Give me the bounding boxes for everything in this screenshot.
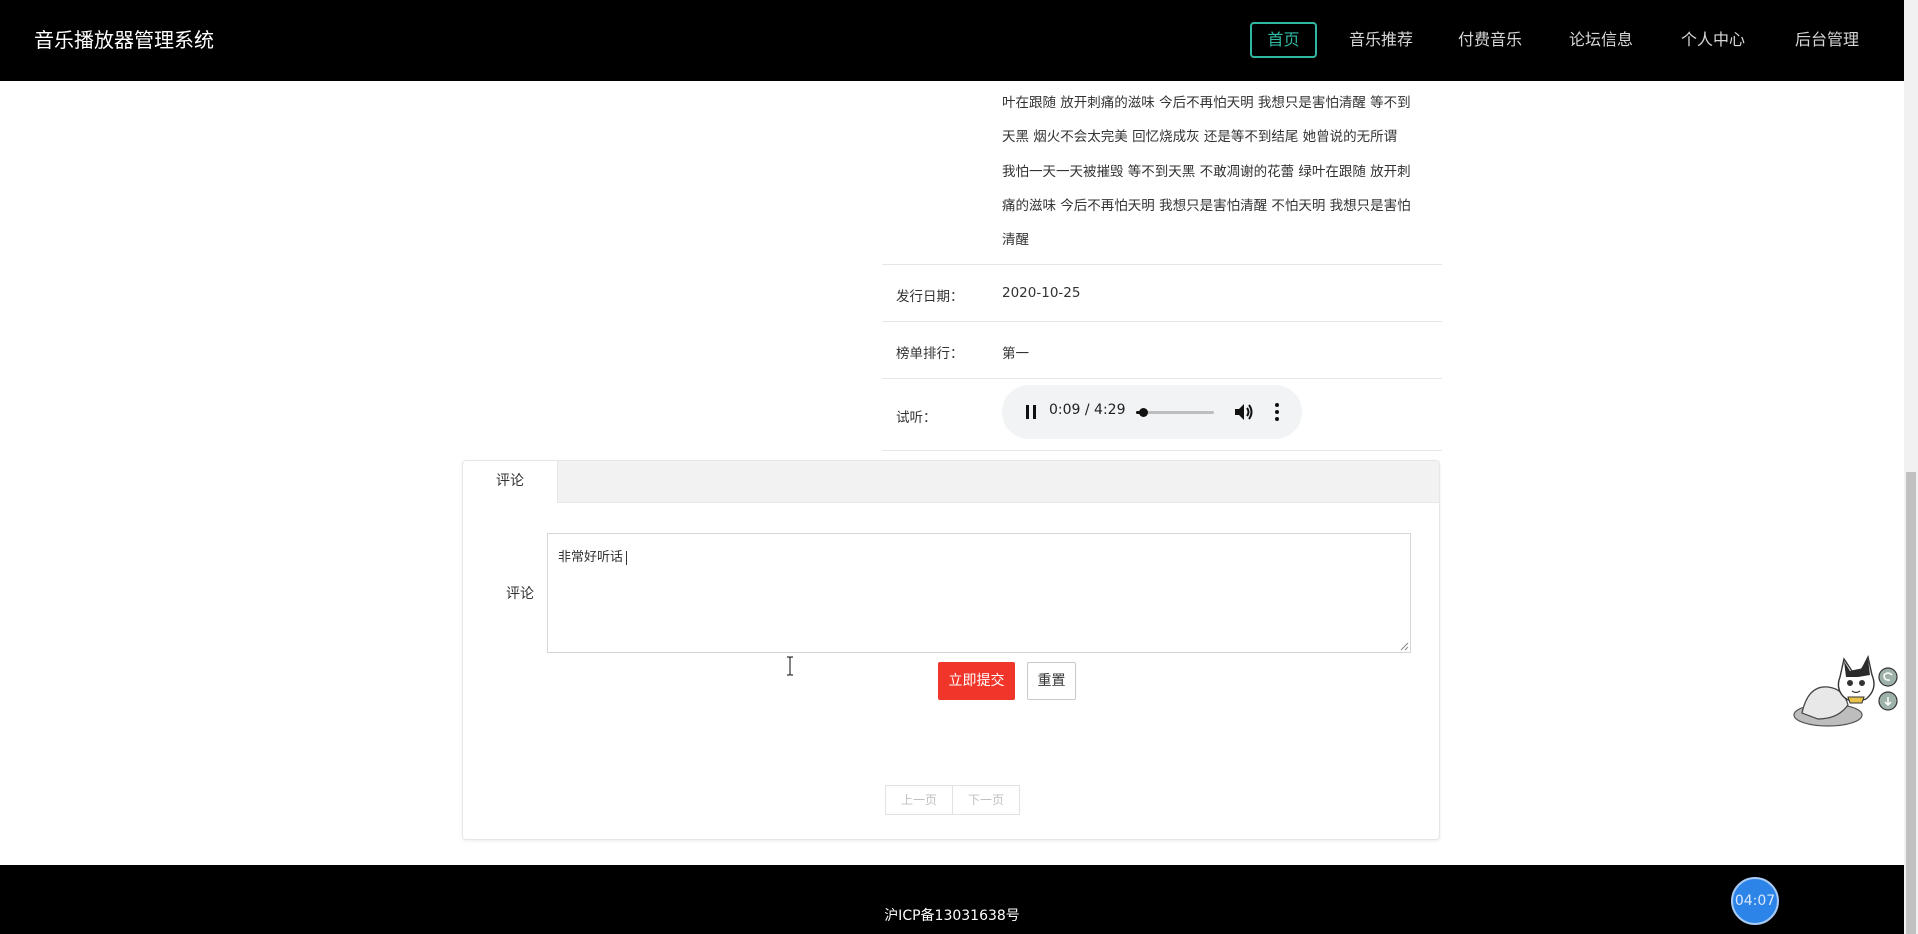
nav-personal-center[interactable]: 个人中心 xyxy=(1674,22,1752,58)
lyrics-line: 我怕一天一天被摧毁 等不到天黑 不敢凋谢的花蕾 绿叶在跟随 放开刺 xyxy=(1002,163,1411,180)
scrollbar-thumb[interactable] xyxy=(1906,472,1916,934)
preview-label: 试听： xyxy=(896,410,937,426)
audio-player: 0:09 / 4:29 xyxy=(1002,385,1302,439)
resize-handle-icon[interactable] xyxy=(1399,641,1409,651)
site-footer: 沪ICP备13031638号 xyxy=(0,865,1904,934)
lyrics-line: 天黑 烟火不会太完美 回忆烧成灰 还是等不到结尾 她曾说的无所谓 xyxy=(1002,129,1398,146)
next-page-button[interactable]: 下一页 xyxy=(952,786,1019,814)
lyrics-text: 叶在跟随 放开刺痛的滋味 今后不再怕天明 我想只是害怕清醒 等不到 天黑 烟火不… xyxy=(1002,86,1438,257)
cat-mascot-icon[interactable] xyxy=(1788,655,1904,727)
submit-button[interactable]: 立即提交 xyxy=(938,662,1015,700)
pause-icon[interactable] xyxy=(1026,405,1036,419)
tab-comments[interactable]: 评论 xyxy=(463,461,558,503)
comment-field-label: 评论 xyxy=(506,586,534,602)
text-caret xyxy=(626,550,628,565)
reset-button[interactable]: 重置 xyxy=(1027,662,1076,700)
lyrics-line: 叶在跟随 放开刺痛的滋味 今后不再怕天明 我想只是害怕清醒 等不到 xyxy=(1002,95,1411,111)
nav-music-recommend[interactable]: 音乐推荐 xyxy=(1342,22,1420,58)
lyrics-line: 清醒 xyxy=(1002,232,1029,249)
audio-progress-slider[interactable] xyxy=(1136,408,1214,417)
nav-admin[interactable]: 后台管理 xyxy=(1788,22,1866,58)
main-nav: 首页 音乐推荐 付费音乐 论坛信息 个人中心 后台管理 xyxy=(0,0,1904,81)
more-options-icon[interactable] xyxy=(1275,403,1279,421)
comment-textarea[interactable]: 非常好听话 xyxy=(547,533,1411,676)
nav-home[interactable]: 首页 xyxy=(1250,22,1317,58)
comment-text: 非常好听话 xyxy=(558,550,624,565)
row-divider xyxy=(882,264,1442,265)
row-divider xyxy=(882,378,1442,379)
row-divider xyxy=(882,450,1442,451)
audio-progress-knob[interactable] xyxy=(1138,408,1148,417)
clock-widget[interactable]: 04:07 xyxy=(1731,877,1779,925)
comment-tabbar: 评论 xyxy=(463,461,1439,503)
release-date-value: 2020-10-25 xyxy=(1002,285,1081,301)
prev-page-button[interactable]: 上一页 xyxy=(886,786,952,814)
icp-record: 沪ICP备13031638号 xyxy=(884,908,1020,924)
volume-icon[interactable] xyxy=(1234,403,1254,425)
chart-rank-value: 第一 xyxy=(1002,346,1029,362)
page-scrollbar[interactable] xyxy=(1904,0,1918,934)
top-navbar: 音乐播放器管理系统 首页 音乐推荐 付费音乐 论坛信息 个人中心 后台管理 xyxy=(0,0,1904,81)
nav-forum[interactable]: 论坛信息 xyxy=(1562,22,1640,58)
lyrics-line: 痛的滋味 今后不再怕天明 我想只是害怕清醒 不怕天明 我想只是害怕 xyxy=(1002,197,1411,214)
chart-rank-label: 榜单排行： xyxy=(896,346,964,362)
release-date-label: 发行日期： xyxy=(896,289,964,305)
pagination: 上一页 下一页 xyxy=(885,785,1021,815)
text-cursor-icon xyxy=(787,656,793,676)
row-divider xyxy=(882,321,1442,322)
comment-panel: 评论 评论 非常好听话 立即提交 重置 上一页 下一页 xyxy=(462,460,1440,840)
nav-paid-music[interactable]: 付费音乐 xyxy=(1451,22,1529,58)
audio-time: 0:09 / 4:29 xyxy=(1049,402,1126,418)
